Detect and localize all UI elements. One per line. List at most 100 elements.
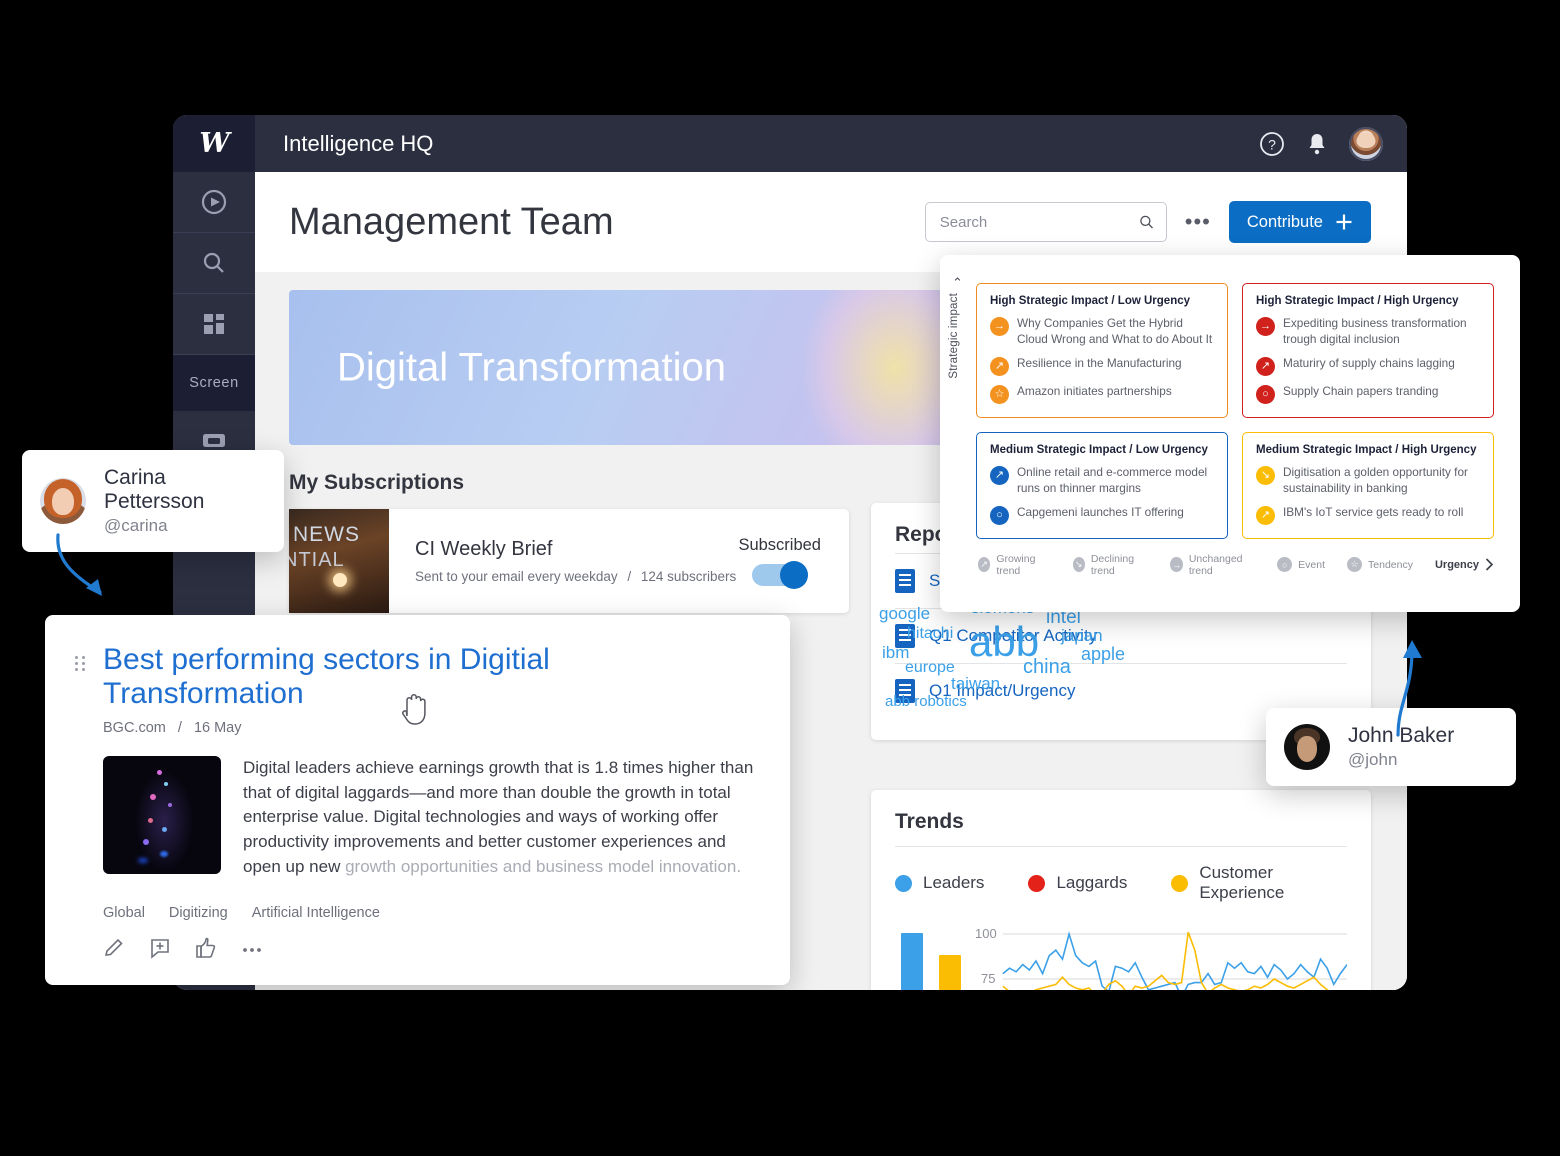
quadrant-medium-impact-high-urgency[interactable]: Medium Strategic Impact / High Urgency ↘… — [1242, 431, 1494, 539]
contribute-button[interactable]: Contribute — [1228, 201, 1371, 243]
user-handle: @john — [1348, 750, 1398, 769]
search-input[interactable] — [939, 213, 1139, 231]
left-column: My Subscriptions NEWS NTIAL CI Weekly Br… — [289, 445, 849, 613]
sidebar-item-dashboard[interactable] — [173, 294, 255, 355]
list-item[interactable]: ↗ IBM's IoT service gets ready to roll — [1256, 505, 1480, 525]
chart-bar — [939, 955, 961, 990]
subscriber-count: 124 subscribers — [640, 569, 737, 584]
search-box[interactable] — [924, 202, 1167, 242]
app-logo[interactable]: W — [173, 115, 255, 172]
drag-handle-icon[interactable] — [75, 656, 89, 671]
arrow-right-icon: → — [990, 317, 1009, 336]
sidebar-item-screen-label: Screen — [189, 375, 239, 391]
notification-bell-icon[interactable] — [1305, 131, 1329, 157]
topbar-title: Intelligence HQ — [283, 130, 434, 156]
y-axis-tick: 75 — [981, 971, 996, 986]
subscription-thumbnail: NEWS NTIAL — [289, 509, 389, 613]
legend-label: Laggards — [1056, 873, 1128, 892]
subscription-name: CI Weekly Brief — [415, 538, 553, 560]
quadrant-item-text: Expediting business transformation troug… — [1283, 316, 1467, 346]
legend-item-leaders[interactable]: Leaders — [895, 873, 984, 893]
subscription-frequency: Sent to your email every weekday — [415, 569, 618, 584]
quadrant-medium-impact-low-urgency[interactable]: Medium Strategic Impact / Low Urgency ↗ … — [976, 431, 1228, 539]
legend-label: Growing trend — [996, 552, 1036, 577]
matrix-legend: ↗ Growing trend ↘ Declining trend → Unch… — [976, 553, 1494, 577]
sidebar-item-screen[interactable]: Screen — [173, 355, 255, 411]
word-cloud-term[interactable]: hitachi — [907, 625, 953, 643]
quadrant-title: Medium Strategic Impact / Low Urgency — [990, 443, 1208, 456]
word-cloud-term[interactable]: japan — [1061, 626, 1103, 646]
line-chart-plot: 100 75 — [975, 925, 1347, 990]
avatar[interactable] — [1349, 126, 1383, 161]
tag-global[interactable]: Global — [103, 905, 145, 921]
tag-artificial-intelligence[interactable]: Artificial Intelligence — [252, 905, 380, 921]
subscription-meta: Sent to your email every weekday / 124 s… — [415, 569, 736, 584]
article-text: Digital leaders achieve earnings growth … — [243, 756, 756, 879]
topbar-actions: ? — [1259, 126, 1383, 161]
list-item[interactable]: → Why Companies Get the Hybrid Cloud Wro… — [990, 316, 1214, 348]
arrow-up-right-icon: ↗ — [990, 356, 1009, 376]
chevron-right-icon — [1485, 558, 1494, 571]
legend-tendency: ☆ Tendency — [1347, 557, 1413, 573]
hero-title: Digital Transformation — [337, 345, 727, 389]
more-options-icon[interactable] — [241, 937, 263, 959]
sidebar-item-search[interactable] — [173, 233, 255, 294]
star-icon: ☆ — [990, 384, 1009, 404]
legend-item-laggards[interactable]: Laggards — [1028, 873, 1127, 893]
article-tags: Global Digitizing Artificial Intelligenc… — [103, 905, 756, 921]
quadrant-high-impact-high-urgency[interactable]: High Strategic Impact / High Urgency → E… — [1242, 283, 1494, 418]
word-cloud-term[interactable]: china — [1023, 656, 1071, 679]
legend-item-customer-experience[interactable]: Customer Experience — [1171, 863, 1347, 903]
legend-label: Event — [1298, 558, 1326, 571]
meta-separator: / — [627, 569, 632, 584]
circle-icon: ○ — [1277, 557, 1293, 573]
list-item[interactable]: ↘ Digitisation a golden opportunity for … — [1256, 465, 1480, 497]
thumbs-up-icon[interactable] — [195, 937, 217, 959]
svg-text:?: ? — [1268, 136, 1276, 152]
word-cloud-term[interactable]: abb robotics — [885, 693, 967, 710]
urgency-label: Urgency — [1434, 558, 1479, 571]
sidebar-item-play[interactable] — [173, 172, 255, 233]
tag-digitizing[interactable]: Digitizing — [169, 905, 228, 921]
legend-label: Tendency — [1368, 558, 1413, 571]
legend-declining-trend: ↘ Declining trend — [1072, 552, 1149, 577]
urgency-axis-label: Urgency — [1435, 558, 1494, 571]
list-item[interactable]: → Expediting business transformation tro… — [1256, 316, 1480, 348]
subscribe-toggle[interactable] — [751, 561, 808, 589]
arrow-up-right-icon: ↗ — [1256, 356, 1275, 376]
list-item[interactable]: NEWS NTIAL CI Weekly Brief Sent to your … — [289, 509, 849, 613]
list-item[interactable]: ☆ Amazon initiates partnerships — [990, 384, 1214, 404]
add-comment-icon[interactable] — [149, 937, 171, 960]
word-cloud-term[interactable]: taiwan — [951, 674, 1000, 694]
carina-avatar — [40, 478, 86, 524]
word-cloud-term[interactable]: google — [879, 604, 930, 624]
word-cloud-term[interactable]: europe — [905, 659, 955, 677]
screenshot-stage: W Screen Intelligence HQ ? Management Te… — [0, 0, 1560, 1156]
chart-legend: Leaders Laggards Customer Experience — [895, 846, 1347, 903]
search-icon — [1139, 215, 1153, 229]
logo-letter: W — [199, 128, 229, 159]
quadrant-high-impact-low-urgency[interactable]: High Strategic Impact / Low Urgency → Wh… — [976, 283, 1228, 418]
list-item[interactable]: ↗ Maturiry of supply chains lagging — [1256, 356, 1480, 376]
word-cloud-term[interactable]: apple — [1081, 644, 1125, 665]
list-item[interactable]: ↗ Online retail and e-commerce model run… — [990, 465, 1214, 497]
list-item[interactable]: ○ Supply Chain papers tranding — [1256, 384, 1480, 404]
help-circle-icon[interactable]: ? — [1259, 131, 1285, 157]
chevron-up-icon: ⌃ — [952, 275, 963, 290]
legend-label: Unchanged trend — [1188, 552, 1243, 577]
subscription-card: NEWS NTIAL CI Weekly Brief Sent to your … — [289, 509, 849, 613]
circle-icon: ○ — [1256, 384, 1275, 404]
legend-label: Declining trend — [1090, 552, 1135, 577]
edit-pencil-icon[interactable] — [103, 937, 125, 959]
thumbnail-glow — [333, 573, 347, 587]
trends-chart: 100 75 — [895, 925, 1347, 990]
list-item[interactable]: ○ Capgemeni launches IT offering — [990, 505, 1214, 525]
list-item[interactable]: ↗ Resilience in the Manufacturing — [990, 356, 1214, 376]
trends-panel: Trends Leaders Laggards Customer Experie… — [871, 790, 1371, 990]
article-thumbnail — [103, 756, 221, 875]
article-actions — [103, 937, 756, 960]
legend-dot — [895, 874, 912, 892]
more-options-button[interactable]: ••• — [1181, 211, 1215, 233]
article-text-faded: growth opportunities and business model … — [345, 856, 742, 876]
lower-right-column: googlesiemensintelhitachiabbjapanibmappl… — [871, 598, 1371, 990]
